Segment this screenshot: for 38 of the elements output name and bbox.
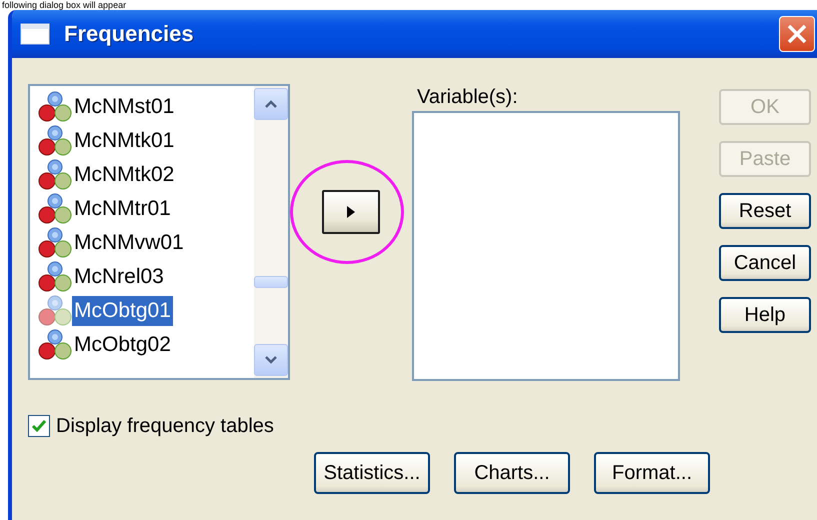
variables-list[interactable] — [412, 111, 680, 381]
scroll-up-icon[interactable] — [264, 99, 278, 109]
dialog-button[interactable]: Help — [719, 297, 811, 333]
dialog-button[interactable]: Charts... — [454, 452, 570, 494]
variable-icon — [38, 159, 72, 191]
close-button[interactable] — [779, 16, 815, 52]
list-item[interactable]: McNMtk01 — [30, 124, 254, 158]
list-item[interactable]: McNMvw01 — [30, 226, 254, 260]
list-item[interactable]: McNrel03 — [30, 260, 254, 294]
checkbox[interactable] — [28, 415, 50, 437]
dialog-button[interactable]: Format... — [594, 452, 710, 494]
variable-icon — [38, 261, 72, 293]
list-item[interactable]: McNMst01 — [30, 90, 254, 124]
scrollbar[interactable] — [254, 86, 288, 378]
variable-icon — [38, 91, 72, 123]
caption-text: following dialog box will appear — [2, 0, 126, 10]
scroll-down-icon[interactable] — [264, 355, 278, 365]
right-arrow-icon — [346, 205, 356, 219]
variable-icon — [38, 227, 72, 259]
list-item[interactable]: McNMtk02 — [30, 158, 254, 192]
close-icon — [786, 23, 808, 45]
window-title: Frequencies — [64, 21, 194, 47]
variable-list[interactable]: McNMst01 McNMtk01 McNMtk02 McNMtr01 McNMvw01 McNrel03 McObtg01 McObtg02 — [28, 84, 290, 380]
variable-icon — [38, 295, 72, 327]
variable-icon — [38, 125, 72, 157]
move-button[interactable] — [322, 190, 380, 234]
list-item[interactable]: McNMtr01 — [30, 192, 254, 226]
dialog-button[interactable]: Cancel — [719, 245, 811, 281]
window-icon — [20, 23, 50, 45]
dialog-button[interactable]: Statistics... — [314, 452, 430, 494]
variable-icon — [38, 193, 72, 225]
list-item[interactable]: McObtg01 — [30, 294, 254, 328]
field-label: Variable(s): — [417, 86, 519, 109]
list-item[interactable]: McObtg02 — [30, 328, 254, 362]
variable-icon — [38, 329, 72, 361]
dialog-button[interactable]: Reset — [719, 193, 811, 229]
checkbox-label: Display frequency tables — [56, 414, 274, 438]
scroll-thumb[interactable] — [254, 276, 288, 288]
